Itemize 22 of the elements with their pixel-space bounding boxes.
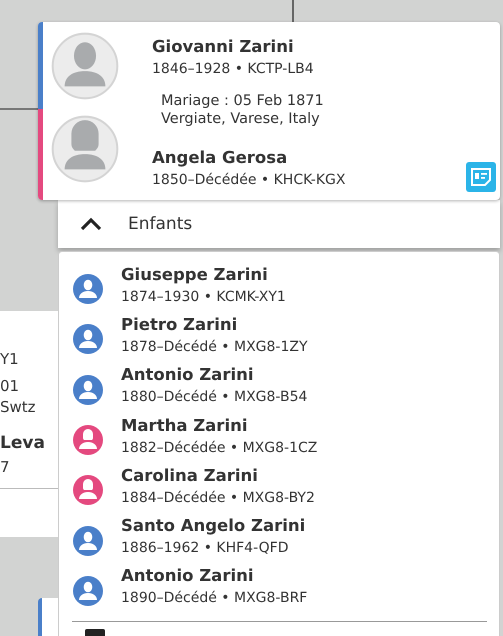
person-name: Leva (0, 433, 45, 453)
marriage-date: Mariage : 05 Feb 1871 (161, 92, 324, 110)
person-details: 7 (0, 458, 10, 476)
person-id: Y1 (0, 350, 19, 368)
child-item[interactable]: Martha Zarini 1882–Décédée • MXG8-1CZ (59, 410, 499, 462)
person-details: 1846–1928 • KCTP-LB4 (152, 60, 314, 79)
child-item[interactable]: Giuseppe Zarini 1874–1930 • KCMK-XY1 (59, 260, 499, 310)
child-item[interactable]: Antonio Zarini 1890–Décédé • MXG8-BRF (59, 562, 499, 612)
family-card-icon[interactable] (466, 162, 496, 192)
child-item[interactable]: Carolina Zarini 1884–Décédée • MXG8-BY2 (59, 461, 499, 512)
person-name[interactable]: Giovanni Zarini (152, 36, 314, 58)
person-name[interactable]: Angela Gerosa (152, 147, 346, 169)
child-item[interactable]: Santo Angelo Zarini 1886–1962 • KHF4-QFD (59, 511, 499, 562)
child-item[interactable]: Antonio Zarini 1880–Décédé • MXG8-B54 (59, 360, 499, 411)
marriage-place: Vergiate, Varese, Italy (161, 110, 321, 128)
caret-icon (80, 217, 102, 231)
date-text: 01 (0, 377, 20, 395)
person-details: 1850–Décédée • KHCK-KGX (152, 171, 346, 190)
children-toggle[interactable]: Enfants (58, 200, 500, 248)
child-item[interactable]: Pietro Zarini 1878–Décédé • MXG8-1ZY (59, 310, 499, 361)
square-icon[interactable] (85, 629, 105, 636)
place-text: Swtz (0, 398, 36, 416)
